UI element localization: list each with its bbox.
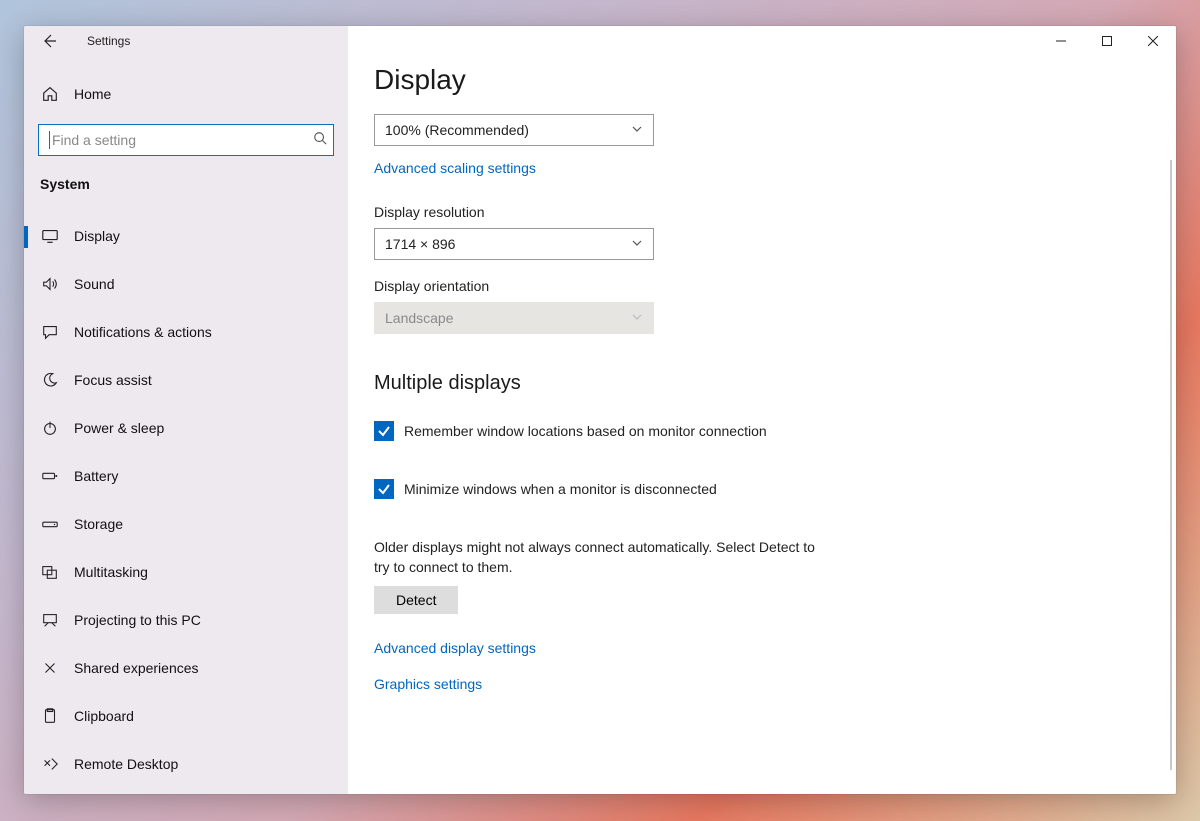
sidebar-item-notifications[interactable]: Notifications & actions xyxy=(24,308,348,356)
remember-locations-label: Remember window locations based on monit… xyxy=(404,423,767,439)
window-title: Settings xyxy=(87,34,130,48)
back-button[interactable] xyxy=(39,31,59,51)
sidebar-item-shared-experiences[interactable]: Shared experiences xyxy=(24,644,348,692)
detect-button[interactable]: Detect xyxy=(374,586,458,614)
remember-locations-checkbox[interactable] xyxy=(374,421,394,441)
sidebar-item-remote-desktop[interactable]: Remote Desktop xyxy=(24,740,348,788)
resolution-select[interactable]: 1714 × 896 xyxy=(374,228,654,260)
sidebar-item-label: Shared experiences xyxy=(74,660,199,676)
multitask-icon xyxy=(40,562,60,582)
sidebar-item-label: Remote Desktop xyxy=(74,756,178,772)
sidebar-item-power-sleep[interactable]: Power & sleep xyxy=(24,404,348,452)
home-icon xyxy=(40,84,60,104)
sidebar-item-label: Display xyxy=(74,228,120,244)
detect-description: Older displays might not always connect … xyxy=(374,537,824,578)
sidebar-item-projecting[interactable]: Projecting to this PC xyxy=(24,596,348,644)
nav-list: Display Sound Notifications & actions Fo… xyxy=(24,212,348,788)
share-icon xyxy=(40,658,60,678)
text-cursor xyxy=(49,131,50,149)
sidebar-item-battery[interactable]: Battery xyxy=(24,452,348,500)
minimize-label: Minimize windows when a monitor is disco… xyxy=(404,481,717,497)
battery-icon xyxy=(40,466,60,486)
sidebar-item-label: Clipboard xyxy=(74,708,134,724)
drive-icon xyxy=(40,514,60,534)
home-nav[interactable]: Home xyxy=(24,74,348,114)
sidebar-item-label: Notifications & actions xyxy=(74,324,212,340)
search-field[interactable] xyxy=(52,132,313,148)
category-heading: System xyxy=(24,162,348,200)
titlebar: Settings xyxy=(24,26,348,56)
sidebar-item-clipboard[interactable]: Clipboard xyxy=(24,692,348,740)
chevron-down-icon xyxy=(631,122,643,138)
close-button[interactable] xyxy=(1130,26,1176,56)
orientation-label: Display orientation xyxy=(374,278,1150,294)
home-label: Home xyxy=(74,86,111,102)
search-icon xyxy=(313,131,327,150)
window-controls xyxy=(1038,26,1176,56)
advanced-display-link[interactable]: Advanced display settings xyxy=(374,640,536,656)
orientation-select: Landscape xyxy=(374,302,654,334)
monitor-icon xyxy=(40,226,60,246)
moon-icon xyxy=(40,370,60,390)
sidebar-item-display[interactable]: Display xyxy=(24,212,348,260)
minimize-button[interactable] xyxy=(1038,26,1084,56)
multiple-displays-heading: Multiple displays xyxy=(374,372,1150,395)
sidebar-item-storage[interactable]: Storage xyxy=(24,500,348,548)
sidebar-item-label: Multitasking xyxy=(74,564,148,580)
orientation-value: Landscape xyxy=(385,310,454,326)
chat-icon xyxy=(40,322,60,342)
sidebar-item-label: Power & sleep xyxy=(74,420,164,436)
sidebar-item-multitasking[interactable]: Multitasking xyxy=(24,548,348,596)
sidebar-item-label: Sound xyxy=(74,276,114,292)
search-input[interactable] xyxy=(38,124,334,156)
sidebar-item-label: Focus assist xyxy=(74,372,152,388)
chevron-down-icon xyxy=(631,236,643,252)
scale-select[interactable]: 100% (Recommended) xyxy=(374,114,654,146)
sidebar-item-label: Storage xyxy=(74,516,123,532)
resolution-value: 1714 × 896 xyxy=(385,236,455,252)
project-icon xyxy=(40,610,60,630)
minimize-on-disconnect-checkbox[interactable] xyxy=(374,479,394,499)
advanced-scaling-link[interactable]: Advanced scaling settings xyxy=(374,160,536,176)
graphics-settings-link[interactable]: Graphics settings xyxy=(374,676,482,692)
sidebar-item-sound[interactable]: Sound xyxy=(24,260,348,308)
power-icon xyxy=(40,418,60,438)
clipboard-icon xyxy=(40,706,60,726)
sidebar-item-focus-assist[interactable]: Focus assist xyxy=(24,356,348,404)
maximize-button[interactable] xyxy=(1084,26,1130,56)
speaker-icon xyxy=(40,274,60,294)
main-content: Display 100% (Recommended) Advanced scal… xyxy=(348,26,1176,794)
sidebar: Settings Home System Display xyxy=(24,26,348,794)
chevron-down-icon xyxy=(631,310,643,326)
sidebar-item-label: Projecting to this PC xyxy=(74,612,201,628)
remote-icon xyxy=(40,754,60,774)
scale-value: 100% (Recommended) xyxy=(385,122,529,138)
sidebar-item-label: Battery xyxy=(74,468,118,484)
settings-window: Settings Home System Display xyxy=(24,26,1176,794)
resolution-label: Display resolution xyxy=(374,204,1150,220)
